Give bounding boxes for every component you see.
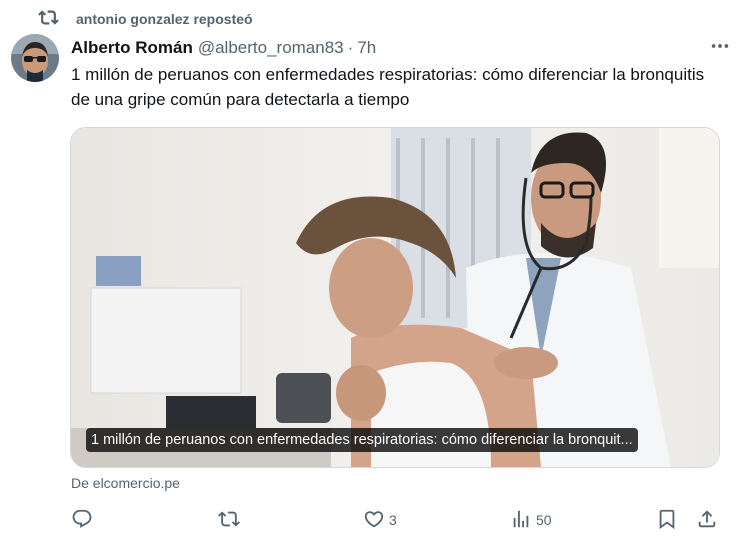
more-dots-icon: [709, 35, 731, 62]
card-source[interactable]: De elcomercio.pe: [71, 475, 180, 491]
author-handle[interactable]: @alberto_roman83: [198, 38, 344, 58]
tweet-header: Alberto Román @alberto_roman83 · 7h: [71, 37, 736, 59]
repost-label[interactable]: antonio gonzalez reposteó: [76, 11, 253, 27]
like-count: 3: [389, 512, 397, 528]
bookmark-icon: [656, 508, 678, 533]
repost-action-icon: [218, 508, 240, 533]
avatar[interactable]: [11, 34, 59, 82]
reply-button[interactable]: [71, 505, 97, 535]
action-bar: 3 50: [0, 505, 756, 535]
heart-icon: [363, 508, 385, 533]
bookmark-button[interactable]: [656, 505, 678, 535]
timestamp[interactable]: 7h: [357, 38, 376, 58]
card-caption: 1 millón de peruanos con enfermedades re…: [86, 428, 638, 452]
views-button[interactable]: 50: [510, 505, 552, 535]
tweet-text: 1 millón de peruanos con enfermedades re…: [71, 65, 705, 109]
link-card[interactable]: 1 millón de peruanos con enfermedades re…: [70, 127, 720, 468]
author-name[interactable]: Alberto Román: [71, 38, 193, 58]
share-icon: [696, 508, 718, 533]
views-count: 50: [536, 512, 552, 528]
separator: ·: [347, 38, 354, 57]
repost-icon: [38, 7, 59, 31]
repost-indicator[interactable]: antonio gonzalez reposteó: [38, 9, 253, 29]
repost-button[interactable]: [218, 505, 244, 535]
like-button[interactable]: 3: [363, 505, 397, 535]
more-options-button[interactable]: [708, 37, 732, 59]
share-button[interactable]: [696, 505, 718, 535]
views-chart-icon: [510, 508, 532, 533]
card-image: [71, 128, 719, 467]
reply-icon: [71, 508, 93, 533]
